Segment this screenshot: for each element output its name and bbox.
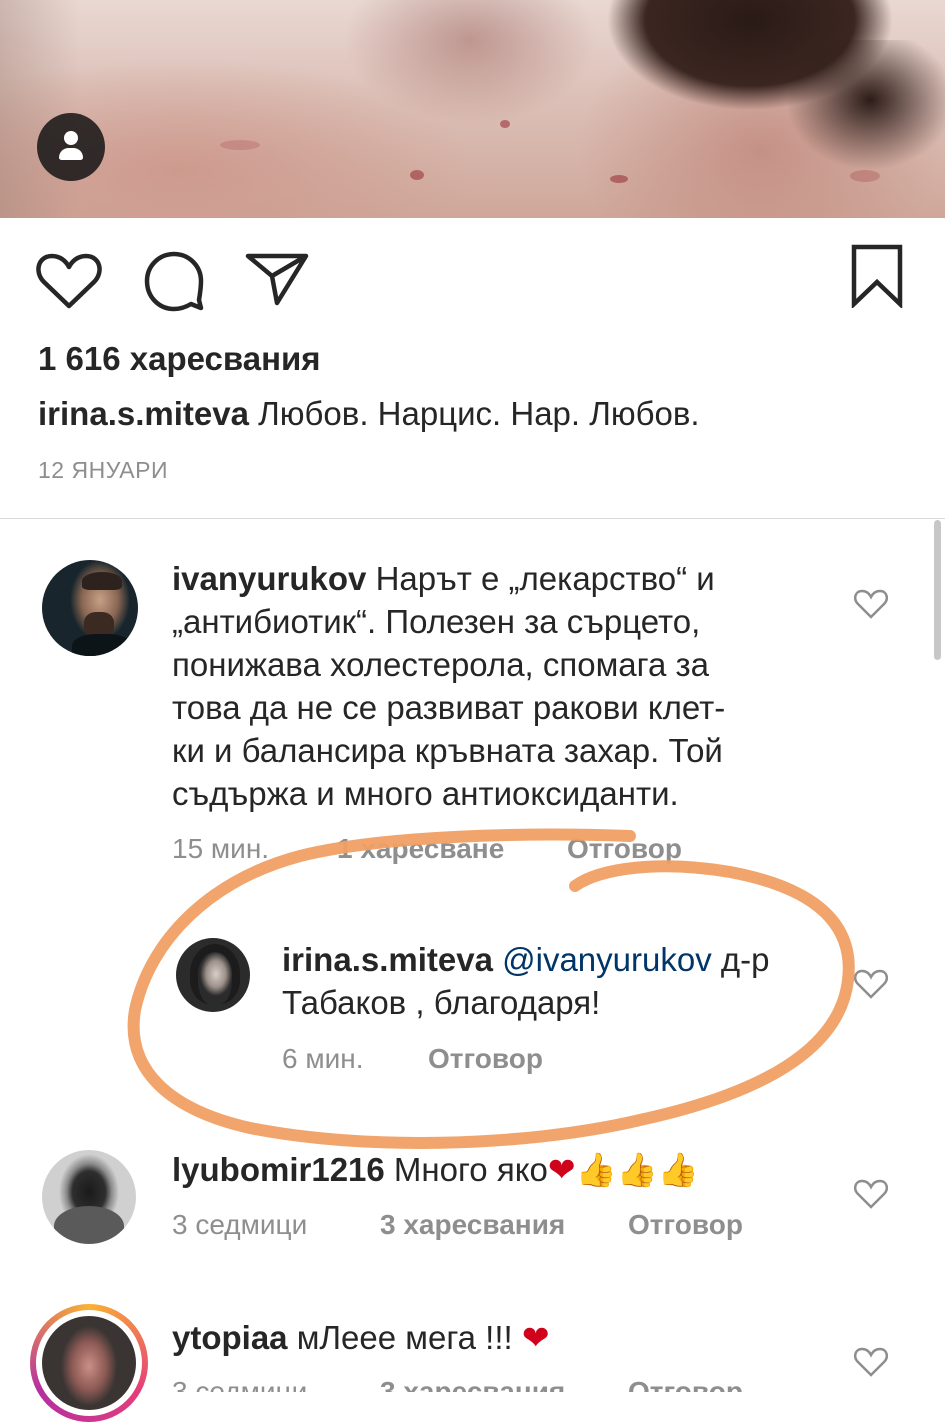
paper-plane-icon[interactable] xyxy=(245,252,309,306)
comment-likes[interactable]: 3 харесвания xyxy=(380,1376,565,1392)
photo-hair-lower xyxy=(700,40,945,218)
comment-username[interactable]: lyubomir1216 xyxy=(172,1151,385,1188)
comment-line: „антибиотик“. Полезен за сърцето, xyxy=(172,603,701,640)
comment-time: 3 седмици xyxy=(172,1376,308,1392)
comment-line: мЛеее мега !!! xyxy=(287,1319,522,1356)
comment-line: Табаков , благодаря! xyxy=(282,984,601,1021)
thumbs-up-emoji-icon: 👍 xyxy=(575,1151,617,1188)
photo-mark xyxy=(500,120,510,128)
reply-button[interactable]: Отговор xyxy=(628,1376,743,1392)
comment-username[interactable]: ytopiaa xyxy=(172,1319,288,1356)
comment-line: д-р xyxy=(711,941,770,978)
comment-text: lyubomir1216 Много яко❤👍👍👍 xyxy=(172,1148,852,1191)
comment-likes[interactable]: 1 харесване xyxy=(337,833,504,865)
divider xyxy=(0,518,945,519)
post-caption: irina.s.miteva Любов. Нарцис. Нар. Любов… xyxy=(38,395,700,433)
photo-mark xyxy=(410,170,424,180)
red-heart-emoji-icon: ❤ xyxy=(521,1319,550,1356)
avatar[interactable] xyxy=(176,938,250,1012)
heart-icon[interactable] xyxy=(36,252,102,310)
post-date: 12 ЯНУАРИ xyxy=(38,457,168,483)
comment-time: 3 седмици xyxy=(172,1209,308,1240)
post-photo[interactable] xyxy=(0,0,945,218)
avatar[interactable] xyxy=(42,560,138,656)
thumbs-up-emoji-icon: 👍 xyxy=(616,1151,658,1188)
photo-mark xyxy=(220,140,260,150)
comment-text: ivanyurukov Нарът е „лекарство“ и „антиб… xyxy=(172,557,872,815)
comment-like-heart-icon[interactable] xyxy=(853,1178,889,1210)
mention-link[interactable]: @ivanyurukov xyxy=(502,941,712,978)
caption-username[interactable]: irina.s.miteva xyxy=(38,395,249,432)
red-heart-emoji-icon: ❤ xyxy=(547,1151,576,1188)
likes-count[interactable]: 1 616 харесвания xyxy=(38,340,321,378)
comment-likes[interactable]: 3 харесвания xyxy=(380,1209,565,1241)
photo-edge-shadow xyxy=(0,0,80,218)
comment-like-heart-icon[interactable] xyxy=(853,1346,889,1378)
comment-like-heart-icon[interactable] xyxy=(853,588,889,620)
thumbs-up-emoji-icon: 👍 xyxy=(657,1151,699,1188)
reply-button[interactable]: Отговор xyxy=(567,833,682,865)
comment-meta: 15 мин. 1 харесване Отговор xyxy=(172,833,772,869)
bookmark-icon[interactable] xyxy=(850,244,904,308)
comment-line: ки и балансира кръвната захар. Той xyxy=(172,732,723,769)
avatar[interactable] xyxy=(42,1150,136,1244)
comment-time: 6 мин. xyxy=(282,1043,364,1074)
comment-line: Много яко xyxy=(384,1151,548,1188)
photo-mark xyxy=(850,170,880,182)
comment-username[interactable]: irina.s.miteva xyxy=(282,941,493,978)
photo-mark xyxy=(610,175,628,183)
comment-like-heart-icon[interactable] xyxy=(853,968,889,1000)
comment-text: irina.s.miteva @ivanyurukov д-р Табаков … xyxy=(282,938,842,1024)
comment-meta: 3 седмици 3 харесвания Отговор xyxy=(172,1376,792,1392)
caption-text: Любов. Нарцис. Нар. Любов. xyxy=(248,395,700,432)
comment-text: ytopiaa мЛеее мега !!! ❤ xyxy=(172,1316,852,1359)
comment-username[interactable]: ivanyurukov xyxy=(172,560,366,597)
comment-bubble-icon[interactable] xyxy=(143,250,205,312)
comment-meta: 3 седмици 3 харесвания Отговор xyxy=(172,1209,792,1245)
comment-time: 15 мин. xyxy=(172,833,270,864)
user-tag-icon[interactable] xyxy=(37,113,105,181)
comment-line: съдържа и много антиоксиданти. xyxy=(172,775,679,812)
comment-meta: 6 мин. Отговор xyxy=(282,1043,682,1079)
comment-line: Нарът е „лекарство“ и xyxy=(366,560,715,597)
reply-button[interactable]: Отговор xyxy=(628,1209,743,1241)
scrollbar[interactable] xyxy=(934,520,941,660)
comment-line: понижава холестерола, спомага за xyxy=(172,646,709,683)
reply-button[interactable]: Отговор xyxy=(428,1043,543,1075)
comment-line: това да не се развиват ракови клет- xyxy=(172,689,726,726)
avatar[interactable] xyxy=(42,1316,136,1410)
